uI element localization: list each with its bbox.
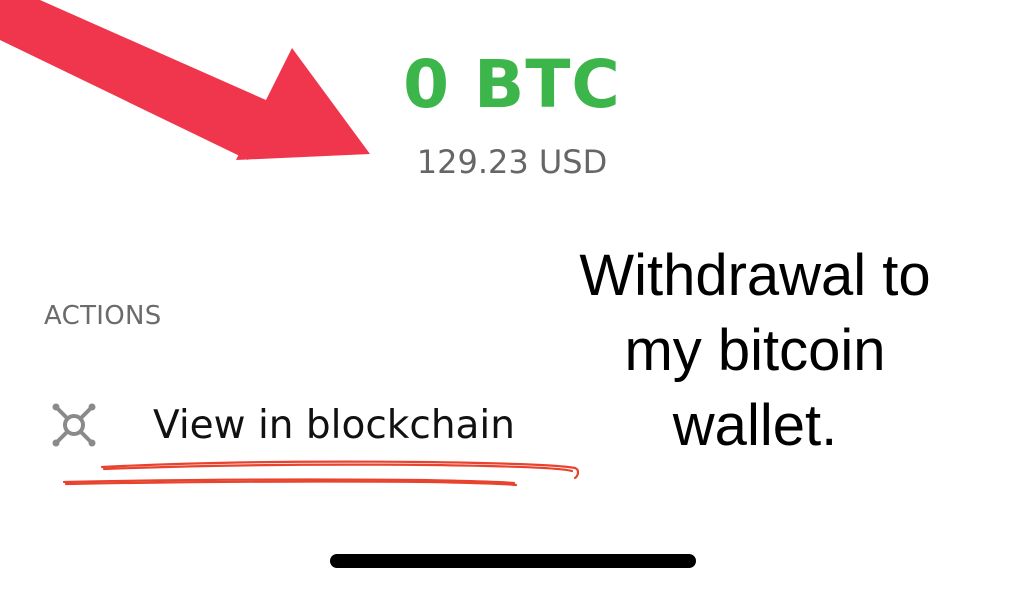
annotation-line: wallet.	[672, 393, 838, 458]
annotation-note: Withdrawal to my bitcoin wallet.	[520, 238, 990, 463]
annotation-line: Withdrawal to	[579, 243, 931, 308]
view-in-blockchain-button[interactable]: View in blockchain	[40, 392, 600, 458]
fiat-balance: 129.23 USD	[416, 143, 608, 181]
crypto-balance: 0 BTC	[403, 46, 621, 123]
blockchain-node-icon	[40, 392, 110, 458]
view-in-blockchain-label: View in blockchain	[153, 402, 515, 448]
actions-section-header: ACTIONS	[44, 301, 162, 331]
home-indicator[interactable]	[330, 554, 696, 568]
annotation-underline	[62, 460, 580, 487]
annotation-line: my bitcoin	[624, 318, 886, 383]
